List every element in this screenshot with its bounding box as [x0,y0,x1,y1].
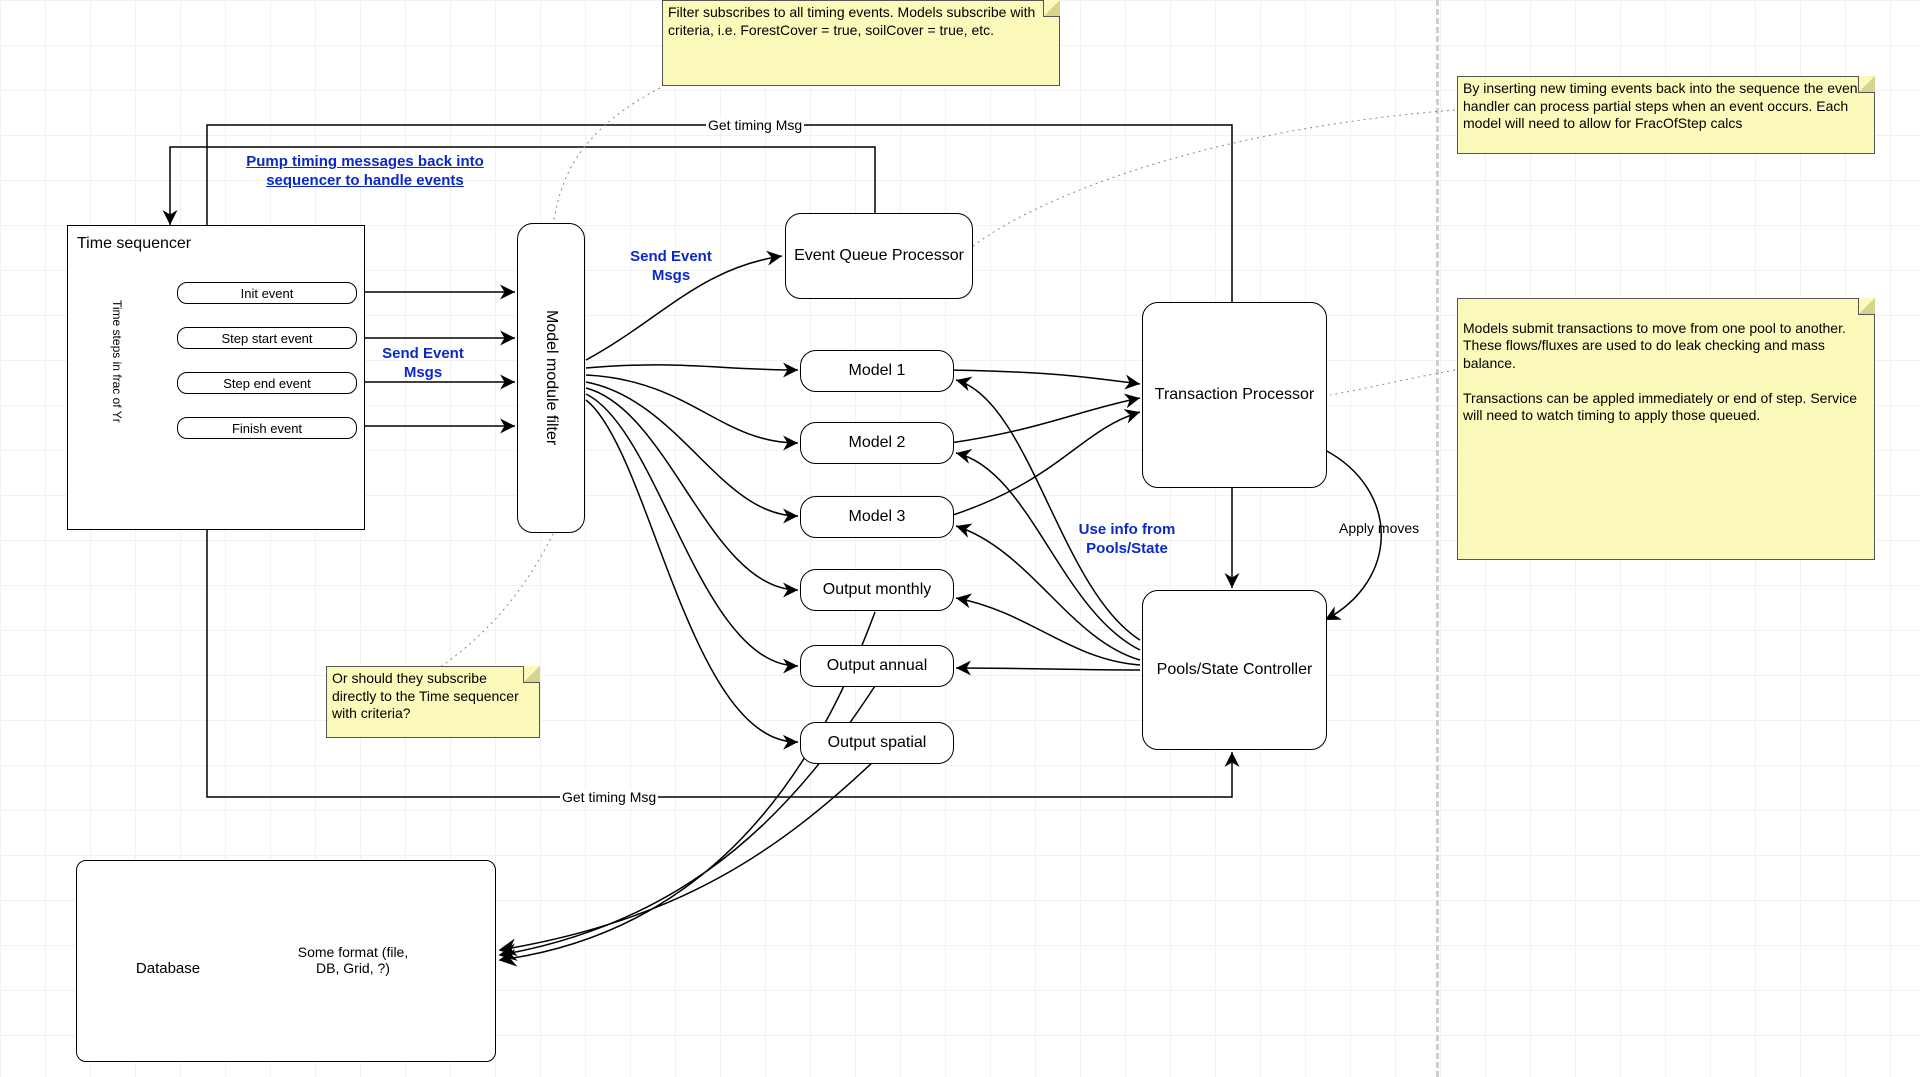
label: Model module filter [542,310,560,445]
label: Model 3 [849,508,906,526]
annot-pump-timing: Pump timing messages back into sequencer… [240,153,490,191]
note-text: By inserting new timing events back into… [1463,80,1861,131]
label: Output annual [827,657,928,675]
time-sequencer-title: Time sequencer [77,235,191,253]
annot-send-event-1: Send Event Msgs [625,248,717,286]
label: Step end event [223,376,310,391]
database-label: Database [123,960,213,977]
annot-use-info: Use info from Pools/State [1072,521,1182,559]
event-finish: Finish event [177,417,357,439]
model-3: Model 3 [800,496,954,538]
label: Init event [241,286,294,301]
note-subscribe-direct: Or should they subscribe directly to the… [326,666,540,738]
pools-state-controller: Pools/State Controller [1142,590,1327,750]
edge-label-apply-moves: Apply moves [1337,520,1421,536]
time-steps-label: Time steps in frac of Yr [110,300,124,423]
label: Step start event [221,331,312,346]
note-dogear [1858,76,1875,93]
label: Finish event [232,421,302,436]
annot-send-event-2: Send Event Msgs [377,345,469,383]
document-label: Some format (file, DB, Grid, ?) [293,944,413,976]
output-annual: Output annual [800,645,954,687]
event-queue-processor: Event Queue Processor [785,213,973,299]
transaction-processor: Transaction Processor [1142,302,1327,488]
label: Output spatial [828,734,927,752]
note-text: Filter subscribes to all timing events. … [668,4,1035,38]
output-monthly: Output monthly [800,569,954,611]
note-dogear [1858,298,1875,315]
edge-label-get-timing-bottom: Get timing Msg [560,789,658,805]
edge-label-get-timing-top: Get timing Msg [706,117,804,133]
model-1: Model 1 [800,350,954,392]
event-step-start: Step start event [177,327,357,349]
note-insert-timing: By inserting new timing events back into… [1457,76,1875,154]
label: Event Queue Processor [794,247,964,265]
model-module-filter: Model module filter [517,223,585,533]
event-init: Init event [177,282,357,304]
model-2: Model 2 [800,422,954,464]
note-text: Models submit transactions to move from … [1463,320,1857,424]
note-text: Or should they subscribe directly to the… [332,670,519,721]
note-dogear [523,666,540,683]
label: Transaction Processor [1155,386,1314,404]
label: Pools/State Controller [1157,661,1313,679]
note-filter-subscribes: Filter subscribes to all timing events. … [662,0,1060,86]
label: Output monthly [823,581,932,599]
label: Model 1 [849,362,906,380]
output-spatial: Output spatial [800,722,954,764]
label: Model 2 [849,434,906,452]
note-transactions: Models submit transactions to move from … [1457,298,1875,560]
note-dogear [1043,0,1060,17]
event-step-end: Step end event [177,372,357,394]
